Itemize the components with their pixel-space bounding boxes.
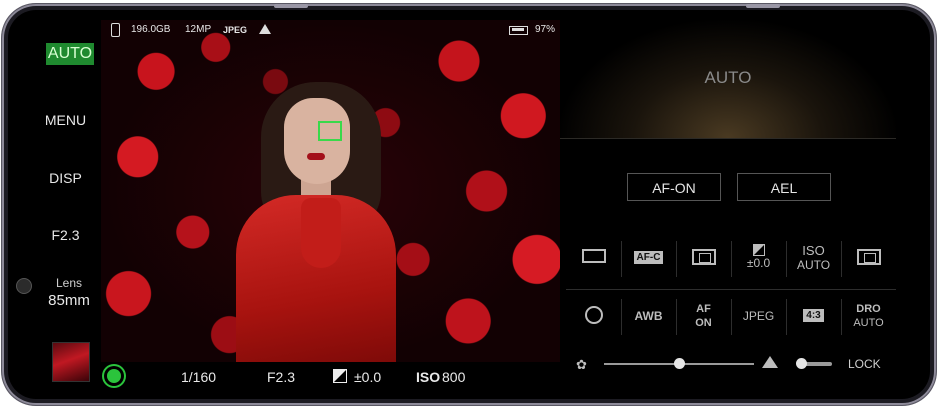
exposure-comp-button[interactable]: ±0.0 <box>731 235 786 283</box>
left-panel: AUTO MENU DISP F2.3 Lens 85mm <box>6 6 101 395</box>
iso-mode: AUTO <box>796 258 831 272</box>
af-on-button[interactable]: AF-ON <box>627 173 721 201</box>
flash-off-icon <box>584 306 603 324</box>
aperture-button[interactable]: F2.3 <box>6 227 101 243</box>
focus-slider-row: ✿ LOCK <box>566 353 896 375</box>
focus-area-icon <box>691 249 716 265</box>
quick-settings-grid: AF-C ±0.0 ISO AUTO AWB AF ON JPEG 4:3 DR… <box>566 235 896 347</box>
flash-button[interactable] <box>566 293 621 341</box>
face-eye-af-button[interactable]: AF ON <box>676 293 731 341</box>
aperture-value: F2.3 <box>267 369 296 385</box>
mode-text: AUTO <box>704 68 752 87</box>
macro-icon: ✿ <box>576 357 587 372</box>
shutter-speed: 1/160 <box>181 369 217 385</box>
focus-slider-knob[interactable] <box>674 358 685 369</box>
iso-label: ISO <box>802 243 825 258</box>
lock-label: LOCK <box>848 357 881 371</box>
mode-display[interactable]: AUTO <box>560 20 896 139</box>
dro-button[interactable]: DRO AUTO <box>841 293 896 341</box>
mode-badge[interactable]: AUTO <box>46 43 94 65</box>
power-button <box>746 4 780 8</box>
face-eye-af-state: ON <box>695 317 712 329</box>
storage-text: 196.0GB <box>131 24 171 35</box>
exposure-comp-icon <box>333 369 347 383</box>
phone-storage-icon <box>111 23 120 37</box>
face-eye-af-icon: AF <box>696 303 711 315</box>
format-text: JPEG <box>223 25 248 35</box>
exposure-value: ±0.0 <box>354 369 382 385</box>
viewfinder[interactable]: 196.0GB 12MP JPEG 97% <box>101 20 560 362</box>
warning-icon <box>259 24 271 34</box>
status-bar: 196.0GB 12MP JPEG 97% <box>101 20 560 40</box>
file-format-icon: JPEG <box>742 309 775 323</box>
file-format-button[interactable]: JPEG <box>731 293 786 341</box>
lock-toggle-knob[interactable] <box>796 358 807 369</box>
right-panel: AUTO AF-ON AEL AF-C ±0.0 ISO AUTO AWB AF… <box>560 20 896 392</box>
infinity-mountain-icon <box>762 356 778 368</box>
drive-single-icon <box>581 249 606 263</box>
dro-mode: AUTO <box>853 317 884 329</box>
focus-mode-button[interactable]: AF-C <box>621 235 676 283</box>
exposure-comp-icon <box>752 244 765 256</box>
disp-button[interactable]: DISP <box>6 170 101 186</box>
metering-icon <box>856 249 881 265</box>
eye-af-box <box>318 121 342 141</box>
resolution-text: 12MP <box>185 24 212 35</box>
drive-mode-button[interactable] <box>566 235 621 283</box>
ael-button[interactable]: AEL <box>737 173 831 201</box>
lens-label: Lens <box>55 276 83 290</box>
aspect-ratio-button[interactable]: 4:3 <box>786 293 841 341</box>
metering-button[interactable] <box>841 235 896 283</box>
recording-status-icon <box>107 369 121 383</box>
dro-icon: DRO <box>856 303 881 315</box>
gallery-thumbnail[interactable] <box>52 342 90 382</box>
white-balance-icon: AWB <box>634 309 663 323</box>
battery-icon <box>509 26 528 35</box>
iso-button[interactable]: ISO AUTO <box>786 235 841 283</box>
iso-value: 800 <box>442 369 466 385</box>
subject-face <box>284 98 350 184</box>
exposure-comp-value: ±0.0 <box>746 256 771 270</box>
subject-bow <box>301 198 341 268</box>
af-c-icon: AF-C <box>633 251 664 264</box>
volume-button <box>274 4 308 8</box>
lens-button[interactable]: 85mm <box>34 292 104 309</box>
focus-area-button[interactable] <box>676 235 731 283</box>
battery-text: 97% <box>535 24 556 35</box>
menu-button[interactable]: MENU <box>6 112 101 128</box>
iso-label: ISO <box>416 369 441 385</box>
white-balance-button[interactable]: AWB <box>621 293 676 341</box>
subject-lips <box>307 153 325 160</box>
aspect-ratio-icon: 4:3 <box>803 309 824 322</box>
dial-icon <box>16 278 32 294</box>
exposure-info-bar: 1/160 F2.3 ±0.0 ISO 800 <box>101 362 560 392</box>
